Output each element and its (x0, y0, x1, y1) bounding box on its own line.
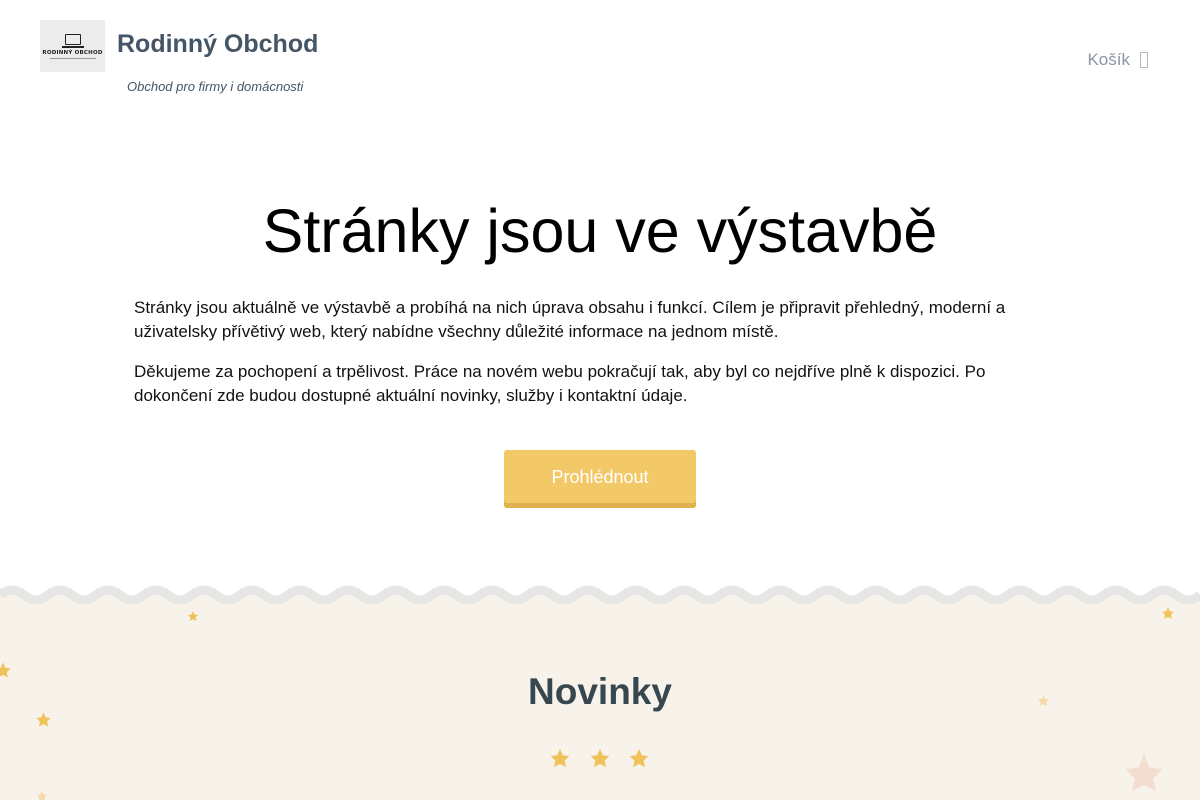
star-icon (590, 748, 610, 768)
wave-divider (0, 583, 1200, 605)
site-header: RODINNÝ OBCHOD Rodinný Obchod Obchod pro… (0, 0, 1200, 110)
star-icon (1125, 754, 1163, 792)
cart-label: Košík (1087, 50, 1130, 69)
star-icon (36, 712, 51, 727)
site-tagline: Obchod pro firmy i domácnosti (127, 79, 304, 94)
intro-paragraph: Stránky jsou aktuálně ve výstavbě a prob… (134, 298, 1006, 341)
news-heading: Novinky (528, 671, 672, 712)
news-section: Novinky (0, 583, 1200, 800)
laptop-icon (61, 33, 84, 48)
site-title[interactable]: Rodinný Obchod (117, 30, 318, 59)
star-icon (37, 791, 47, 800)
star-icon (629, 748, 649, 768)
thanks-paragraph: Děkujeme za pochopení a trpělivost. Prác… (134, 362, 986, 405)
browse-button[interactable]: Prohlédnout (504, 450, 696, 508)
cart-link[interactable]: Košík (1087, 50, 1148, 70)
star-icon (1038, 695, 1049, 706)
star-icon (0, 662, 11, 678)
site-logo[interactable]: RODINNÝ OBCHOD (40, 20, 105, 72)
logo-underline (49, 57, 96, 59)
logo-text: RODINNÝ OBCHOD (42, 49, 103, 56)
page-title: Stránky jsou ve výstavbě (262, 197, 938, 265)
star-icon (1162, 607, 1174, 619)
star-icon (188, 611, 198, 621)
star-icon (550, 748, 570, 768)
shopping-bag-icon (1140, 52, 1148, 68)
